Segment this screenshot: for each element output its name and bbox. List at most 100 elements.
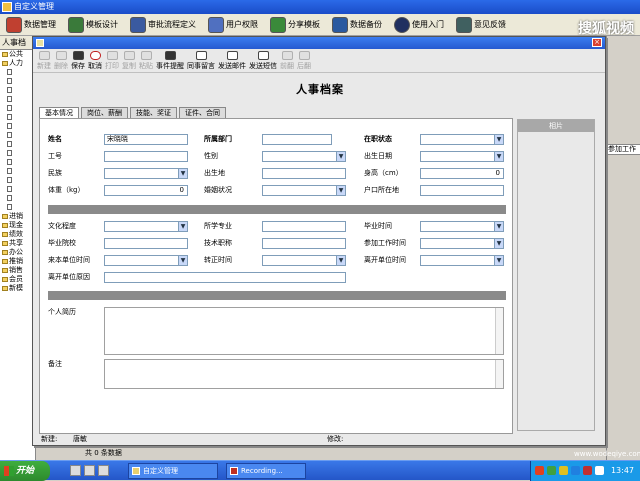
tree-doc[interactable] bbox=[0, 185, 35, 194]
hukou-field[interactable] bbox=[420, 185, 504, 196]
tree-folder[interactable]: 销售 bbox=[0, 266, 35, 275]
nav-approval-flow[interactable]: 审批流程定义 bbox=[124, 15, 202, 35]
media-icon[interactable] bbox=[98, 465, 109, 476]
left-panel-tab[interactable]: 人事档 bbox=[0, 36, 35, 50]
regular-time-label: 转正时间 bbox=[204, 256, 232, 264]
nav-template-design[interactable]: 模板设计 bbox=[62, 15, 124, 35]
resume-textarea[interactable] bbox=[104, 307, 504, 355]
tree-folder[interactable]: 办公 bbox=[0, 248, 35, 257]
tray-icon[interactable] bbox=[559, 466, 568, 475]
leave-reason-field[interactable] bbox=[104, 272, 346, 283]
tree-doc[interactable] bbox=[0, 131, 35, 140]
send-email-button[interactable]: 发送邮件 bbox=[218, 49, 246, 71]
major-field[interactable] bbox=[262, 221, 346, 232]
join-time-select[interactable]: ▼ bbox=[104, 255, 188, 266]
tree-doc[interactable] bbox=[0, 176, 35, 185]
title-field[interactable] bbox=[262, 238, 346, 249]
marital-select[interactable]: ▼ bbox=[262, 185, 346, 196]
tree-doc[interactable] bbox=[0, 86, 35, 95]
tray-icon[interactable] bbox=[547, 466, 556, 475]
photo-panel[interactable]: 相片 bbox=[517, 119, 595, 431]
status-select[interactable]: ▼ bbox=[420, 134, 504, 145]
tree-doc[interactable] bbox=[0, 167, 35, 176]
clock[interactable]: 13:47 bbox=[611, 461, 634, 481]
send-sms-button[interactable]: 发送短信 bbox=[249, 49, 277, 71]
emp-no-field[interactable] bbox=[104, 151, 188, 162]
tree-folder[interactable]: 绩效 bbox=[0, 230, 35, 239]
browser-icon[interactable] bbox=[84, 465, 95, 476]
leave-reason-label: 离开单位原因 bbox=[48, 273, 90, 281]
print-button[interactable]: 打印 bbox=[105, 49, 119, 71]
ethnicity-select[interactable]: ▼ bbox=[104, 168, 188, 179]
tree-doc[interactable] bbox=[0, 122, 35, 131]
scrollbar[interactable] bbox=[495, 360, 503, 388]
tree-doc[interactable] bbox=[0, 77, 35, 86]
grad-time-select[interactable]: ▼ bbox=[420, 221, 504, 232]
education-select[interactable]: ▼ bbox=[104, 221, 188, 232]
event-reminder-button[interactable]: 事件提醒 bbox=[156, 49, 184, 71]
delete-button[interactable]: 删除 bbox=[54, 49, 68, 71]
gender-select[interactable]: ▼ bbox=[262, 151, 346, 162]
tree-doc[interactable] bbox=[0, 158, 35, 167]
cancel-button[interactable]: 取消 bbox=[88, 49, 102, 71]
tree-folder[interactable]: 进销 bbox=[0, 212, 35, 221]
nav-data-manage[interactable]: 数据管理 bbox=[0, 15, 62, 35]
tree-folder[interactable]: 公共 bbox=[0, 50, 35, 59]
weight-field[interactable]: 0 bbox=[104, 185, 188, 196]
new-button[interactable]: 新建 bbox=[37, 49, 51, 71]
task-recording[interactable]: Recording... bbox=[226, 463, 306, 479]
tab-skills-awards[interactable]: 技能、奖证 bbox=[130, 107, 177, 118]
tree-folder[interactable]: 共享 bbox=[0, 239, 35, 248]
background-column-header: 参加工作 bbox=[607, 144, 640, 155]
nav-data-backup[interactable]: 数据备份 bbox=[326, 15, 388, 35]
task-custom-manage[interactable]: 自定义管理 bbox=[128, 463, 218, 479]
tree-doc[interactable] bbox=[0, 68, 35, 77]
leave-time-select[interactable]: ▼ bbox=[420, 255, 504, 266]
tree-doc[interactable] bbox=[0, 194, 35, 203]
tree-doc[interactable] bbox=[0, 104, 35, 113]
name-field[interactable]: 宋晓晓 bbox=[104, 134, 188, 145]
desktop-icon[interactable] bbox=[70, 465, 81, 476]
tree-folder[interactable]: 会员 bbox=[0, 275, 35, 284]
work-start-select[interactable]: ▼ bbox=[420, 238, 504, 249]
regular-time-select[interactable]: ▼ bbox=[262, 255, 346, 266]
close-icon[interactable]: × bbox=[592, 38, 602, 47]
nav-share-template[interactable]: 分享模板 bbox=[264, 15, 326, 35]
website-link[interactable]: www.wodeqiye.com bbox=[574, 450, 640, 458]
remarks-textarea[interactable] bbox=[104, 359, 504, 389]
dialog-title-bar[interactable]: × bbox=[33, 37, 605, 49]
school-field[interactable] bbox=[104, 238, 188, 249]
nav-user-permissions[interactable]: 用户权限 bbox=[202, 15, 264, 35]
document-icon bbox=[7, 204, 12, 210]
tray-icon[interactable] bbox=[595, 466, 604, 475]
tree-doc[interactable] bbox=[0, 149, 35, 158]
tray-icon[interactable] bbox=[535, 466, 544, 475]
tree-doc[interactable] bbox=[0, 113, 35, 122]
tree-doc[interactable] bbox=[0, 95, 35, 104]
save-button[interactable]: 保存 bbox=[71, 49, 85, 71]
tray-icon[interactable] bbox=[583, 466, 592, 475]
tree-doc[interactable] bbox=[0, 203, 35, 212]
birth-date-select[interactable]: ▼ bbox=[420, 151, 504, 162]
start-button[interactable]: 开始 bbox=[0, 461, 50, 481]
tree-folder[interactable]: 推销 bbox=[0, 257, 35, 266]
nav-getting-started[interactable]: 使用入门 bbox=[388, 15, 450, 35]
copy-button[interactable]: 复制 bbox=[122, 49, 136, 71]
scrollbar[interactable] bbox=[495, 308, 503, 354]
tab-position-salary[interactable]: 岗位、薪酬 bbox=[81, 107, 128, 118]
nav-feedback[interactable]: 意见反馈 bbox=[450, 15, 512, 35]
tree-folder[interactable]: 现金 bbox=[0, 221, 35, 230]
colleague-message-button[interactable]: 同事留言 bbox=[187, 49, 215, 71]
height-field[interactable]: 0 bbox=[420, 168, 504, 179]
tree-folder[interactable]: 新模 bbox=[0, 284, 35, 293]
tree-doc[interactable] bbox=[0, 140, 35, 149]
paste-button[interactable]: 粘贴 bbox=[139, 49, 153, 71]
weight-label: 体重（kg） bbox=[48, 186, 85, 194]
dept-field[interactable]: ... bbox=[262, 134, 332, 145]
tree-folder[interactable]: 人力 bbox=[0, 59, 35, 68]
birthplace-field[interactable] bbox=[262, 168, 346, 179]
prev-record-button[interactable]: 前翻 bbox=[280, 49, 294, 71]
tray-icon[interactable] bbox=[571, 466, 580, 475]
next-record-button[interactable]: 后翻 bbox=[297, 49, 311, 71]
tab-certificates-contracts[interactable]: 证件、合同 bbox=[179, 107, 226, 118]
